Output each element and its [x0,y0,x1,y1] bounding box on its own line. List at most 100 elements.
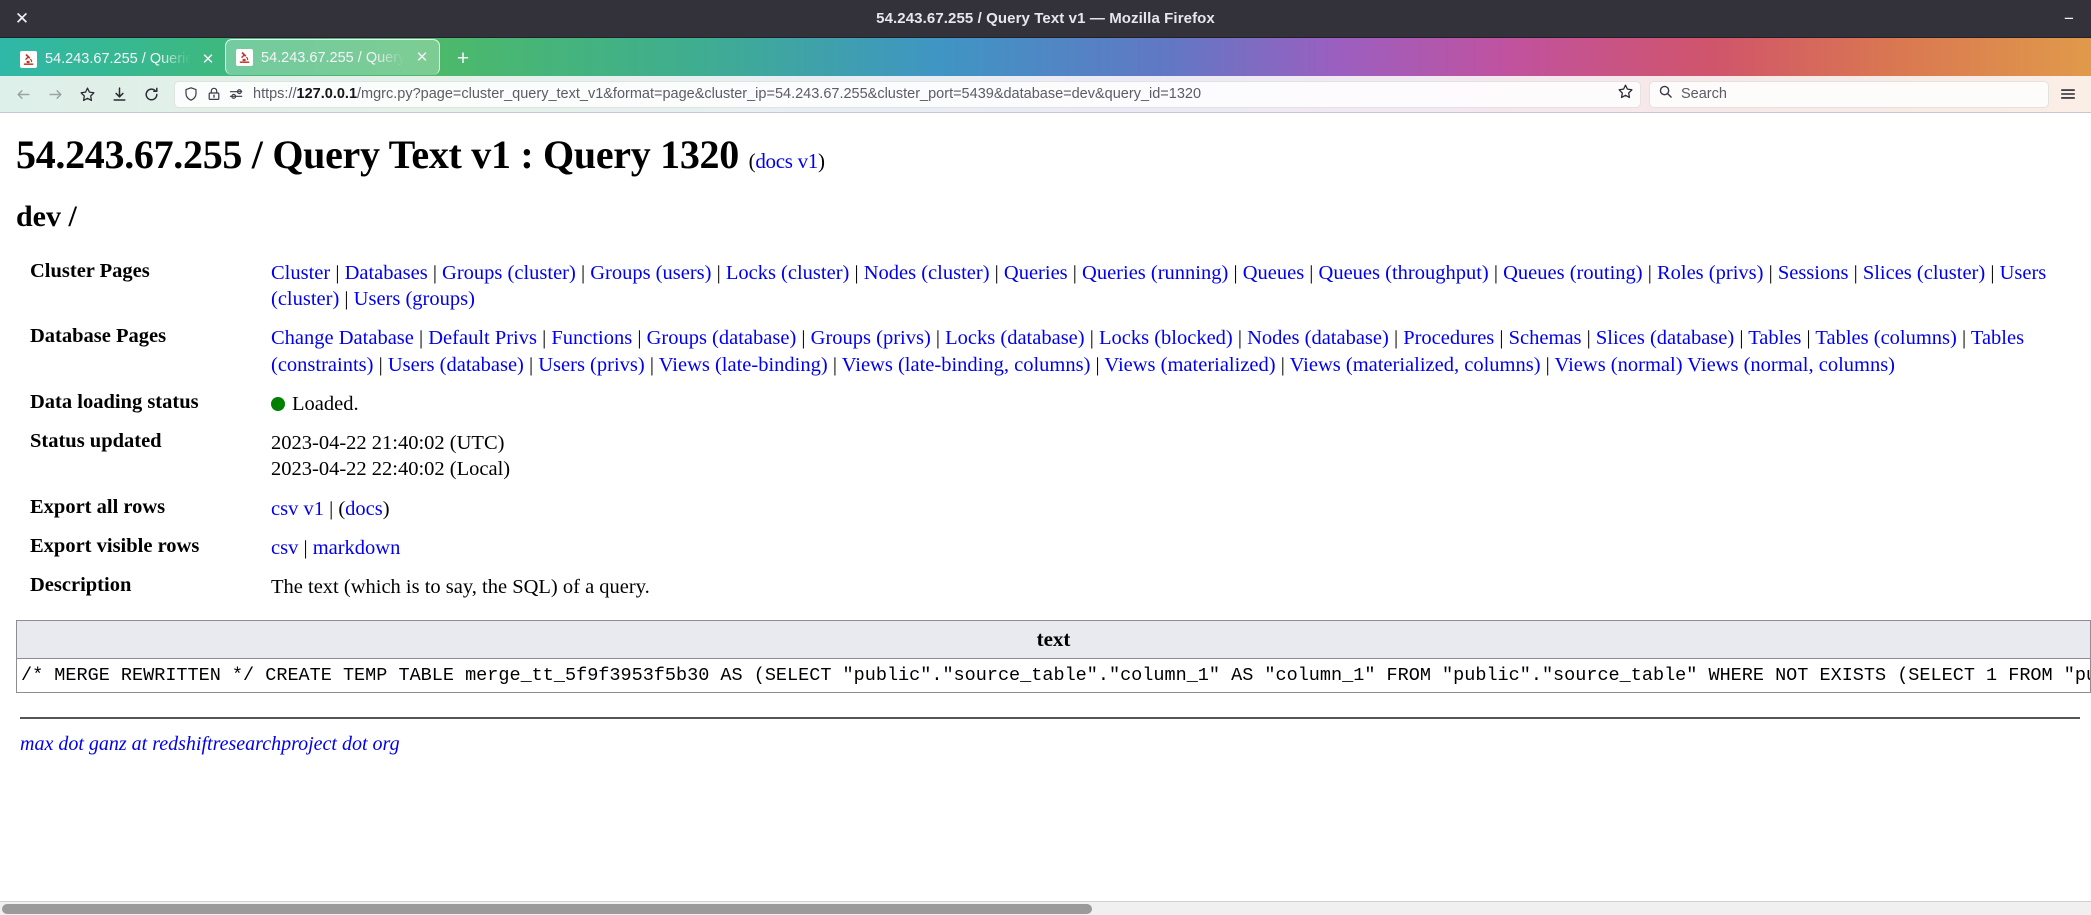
status-updated-row: Status updated 2023-04-22 21:40:02 (UTC)… [16,430,2076,486]
page-viewport: 54.243.67.255 / Query Text v1 : Query 13… [0,113,2091,915]
page-content: 54.243.67.255 / Query Text v1 : Query 13… [0,113,2091,756]
search-bar[interactable]: Search [1649,80,2049,108]
link-separator: | [413,327,429,350]
link-separator: | [575,262,591,284]
window-titlebar: ✕ 54.243.67.255 / Query Text v1 — Mozill… [0,0,2091,38]
url-bar[interactable]: https://127.0.0.1/mgrc.py?page=cluster_q… [174,80,1641,108]
cluster-page-link-queues-routing[interactable]: Queues (routing) [1503,262,1642,284]
database-page-link-schemas[interactable]: Schemas [1509,327,1582,349]
data-loading-status-label: Data loading status [30,390,199,413]
scrollbar-thumb[interactable] [2,904,1092,914]
page-title: 54.243.67.255 / Query Text v1 : Query 13… [16,131,2091,178]
table-head: text [16,620,2091,660]
export-visible-rows-label: Export visible rows [30,534,200,557]
link-separator: | [523,353,539,376]
back-arrow-icon[interactable] [8,80,38,108]
hamburger-menu-icon[interactable] [2053,80,2083,108]
link-separator: | [849,262,864,284]
database-page-link-functions[interactable]: Functions [551,327,632,349]
database-page-link-nodes-database[interactable]: Nodes (database) [1247,327,1389,349]
cluster-page-link-slices-cluster[interactable]: Slices (cluster) [1863,262,1985,284]
window-close-button[interactable]: ✕ [0,0,44,38]
window-minimize-button[interactable]: − [2047,0,2091,38]
database-page-link-views-materialized[interactable]: Views (materialized) [1104,354,1275,376]
cluster-page-link-queues[interactable]: Queues [1243,262,1304,284]
link-separator: | [427,262,443,284]
export-csv-v1-link[interactable]: csv v1 [271,498,324,520]
database-page-link-users-privs[interactable]: Users (privs) [538,354,644,376]
download-icon[interactable] [104,80,134,108]
cluster-page-link-groups-users[interactable]: Groups (users) [590,262,711,284]
browser-tab-1[interactable]: 54.243.67.255 / Queries ✕ [10,42,225,76]
database-page-link-views-normal[interactable]: Views (normal) [1555,354,1683,376]
shield-icon[interactable] [183,86,199,102]
docs-v1-link[interactable]: docs v1 [755,149,818,173]
star-icon[interactable] [72,80,102,108]
new-tab-button[interactable]: + [446,41,480,75]
database-page-link-groups-database[interactable]: Groups (database) [647,327,797,349]
cluster-page-link-queries-running[interactable]: Queries (running) [1082,262,1228,284]
column-header-text[interactable]: text [16,620,2091,660]
link-separator: | [1090,353,1105,376]
query-sql-text: /* MERGE REWRITTEN */ CREATE TEMP TABLE … [16,658,2091,694]
database-page-link-views-normal-columns[interactable]: Views (normal, columns) [1687,354,1895,376]
status-dot-icon [271,396,285,411]
browser-tab-2-active[interactable]: 54.243.67.255 / Query Text v1 ✕ [225,39,440,75]
query-text-table-wrap: text /* MERGE REWRITTEN */ CREATE TEMP T… [16,620,2091,694]
database-page-link-views-late-binding[interactable]: Views (late-binding) [659,354,828,376]
tab-close-icon[interactable]: ✕ [413,50,431,65]
tab-close-icon[interactable]: ✕ [199,52,217,67]
link-separator: | [632,327,647,350]
link-separator: | [1848,262,1863,284]
link-separator: | [1388,327,1404,350]
metadata-table: Cluster Pages Cluster | Databases | Grou… [16,260,2076,604]
database-page-link-slices-database[interactable]: Slices (database) [1596,327,1734,349]
export-docs-link[interactable]: docs [345,498,383,520]
link-separator: | [796,327,811,350]
link-separator: | [1067,262,1083,284]
permissions-icon[interactable] [229,86,246,102]
cluster-page-link-cluster[interactable]: Cluster [271,262,330,284]
tab-title: 54.243.67.255 / Queries [45,51,191,67]
cluster-page-link-groups-cluster[interactable]: Groups (cluster) [442,262,576,284]
cluster-page-link-databases[interactable]: Databases [345,262,428,284]
cluster-page-link-roles-privs[interactable]: Roles (privs) [1657,262,1763,284]
database-page-link-tables-columns[interactable]: Tables (columns) [1815,327,1956,349]
database-page-link-locks-database[interactable]: Locks (database) [945,327,1084,349]
export-visible-markdown-link[interactable]: markdown [313,537,401,559]
cluster-page-link-users-groups[interactable]: Users (groups) [354,288,475,310]
database-page-link-views-materialized-columns[interactable]: Views (materialized, columns) [1290,354,1541,376]
link-separator: | [1734,327,1749,350]
cluster-page-link-sessions[interactable]: Sessions [1778,262,1849,284]
link-separator: | [711,262,726,284]
status-updated-local: 2023-04-22 22:40:02 (Local) [271,458,511,481]
link-separator: | [1763,262,1778,284]
horizontal-scrollbar[interactable] [0,901,2091,915]
database-page-link-locks-blocked[interactable]: Locks (blocked) [1099,327,1233,349]
database-page-link-tables[interactable]: Tables [1748,327,1801,349]
cluster-page-link-locks-cluster[interactable]: Locks (cluster) [726,262,850,284]
export-visible-csv-link[interactable]: csv [271,537,298,559]
link-separator: | [1642,262,1657,284]
database-page-link-groups-privs[interactable]: Groups (privs) [811,327,931,349]
link-separator: | [1232,327,1248,350]
cluster-page-link-queues-throughput[interactable]: Queues (throughput) [1319,262,1489,284]
page-title-docs: (docs v1) [748,149,825,173]
bookmark-star-icon[interactable] [1617,83,1634,105]
database-page-link-users-database[interactable]: Users (database) [388,354,524,376]
link-separator: | [330,262,345,284]
database-page-link-change-database[interactable]: Change Database [271,327,414,349]
database-page-link-views-late-binding-columns[interactable]: Views (late-binding, columns) [842,354,1091,376]
reload-icon[interactable] [136,80,166,108]
link-separator: | [1801,327,1816,350]
cluster-page-link-queries[interactable]: Queries [1004,262,1068,284]
cluster-page-link-nodes-cluster[interactable]: Nodes (cluster) [864,262,990,284]
search-input[interactable]: Search [1681,86,1727,102]
database-page-link-default-privs[interactable]: Default Privs [428,327,537,349]
export-all-rows-links: csv v1 | (docs) [271,497,390,520]
forward-arrow-icon[interactable] [40,80,70,108]
description-value: The text (which is to say, the SQL) of a… [271,576,650,599]
database-pages-row: Database Pages Change Database | Default… [16,325,2076,381]
lock-warning-icon[interactable] [206,86,222,102]
database-page-link-procedures[interactable]: Procedures [1403,327,1494,349]
